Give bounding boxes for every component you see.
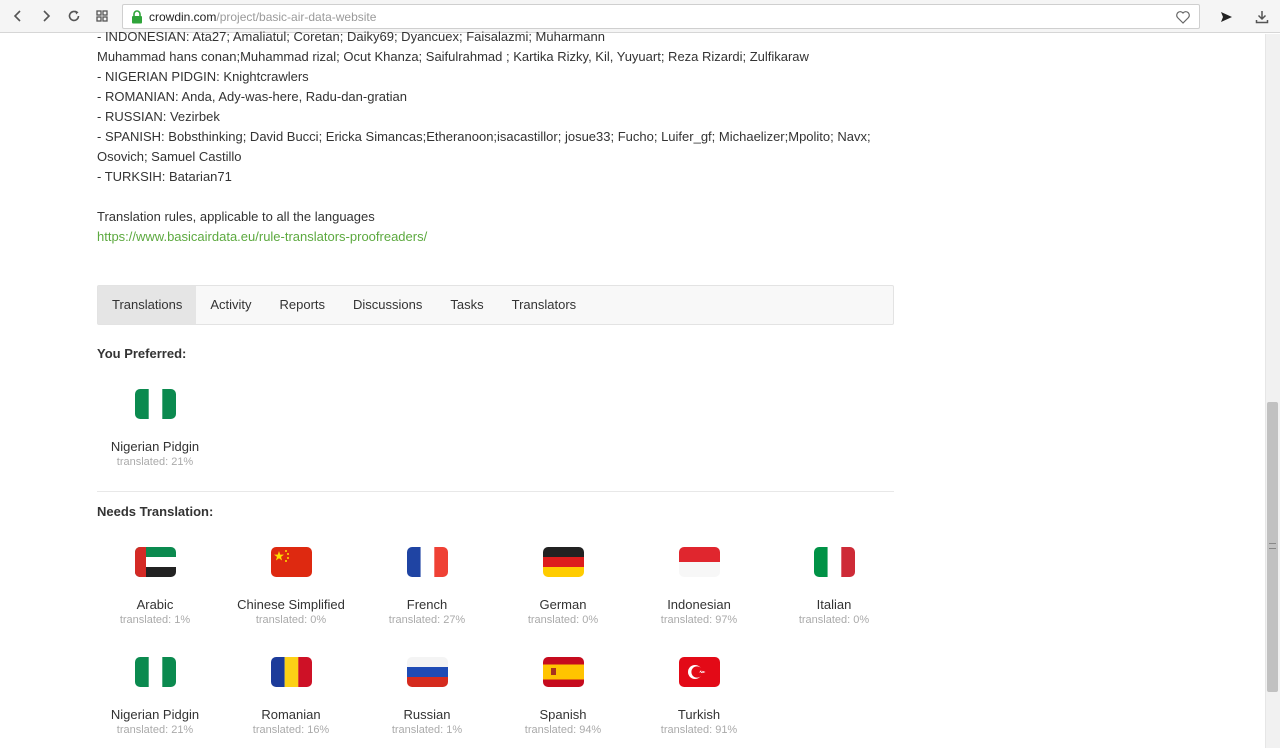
language-progress: translated: 21% [116, 456, 194, 468]
language-card[interactable]: Spanish translated: 94% [495, 657, 631, 738]
russia-flag-icon [406, 657, 448, 687]
romania-flag-icon [270, 657, 312, 687]
description-line: - SPANISH: Bobsthinking; David Bucci; Er… [97, 129, 871, 144]
spain-flag-icon [542, 657, 584, 687]
language-card[interactable]: French translated: 27% [359, 547, 495, 628]
language-name: Chinese Simplified [237, 597, 345, 612]
language-name: Italian [816, 597, 852, 612]
language-progress: translated: 94% [524, 724, 602, 736]
description-line: Osovich; Samuel Castillo [97, 149, 242, 164]
forward-icon[interactable] [32, 2, 60, 30]
language-card[interactable]: Italian translated: 0% [766, 547, 902, 628]
language-card[interactable]: Russian translated: 1% [359, 657, 495, 738]
turkey-flag-icon [678, 657, 720, 687]
description-line: - INDONESIAN: Ata27; Amaliatul; Coretan;… [97, 29, 605, 44]
url-path: /project/basic-air-data-website [216, 9, 377, 24]
language-card[interactable]: Romanian translated: 16% [223, 657, 359, 738]
indonesia-flag-icon [678, 547, 720, 577]
description-line: - TURKSIH: Batarian71 [97, 169, 232, 184]
flow-icon[interactable] [1208, 3, 1244, 31]
language-progress: translated: 91% [660, 724, 738, 736]
address-bar[interactable]: crowdin.com/project/basic-air-data-websi… [122, 4, 1200, 29]
description-line: - NIGERIAN PIDGIN: Knightcrawlers [97, 69, 309, 84]
rules-label: Translation rules, applicable to all the… [97, 209, 375, 224]
language-card[interactable]: Nigerian Pidgin translated: 21% [87, 389, 223, 470]
section-divider [97, 491, 894, 492]
germany-flag-icon [542, 547, 584, 577]
language-name: Nigerian Pidgin [110, 707, 200, 722]
description-line: - RUSSIAN: Vezirbek [97, 109, 220, 124]
scrollbar-grip [1269, 543, 1276, 549]
china-flag-icon [270, 547, 312, 577]
language-card[interactable]: Chinese Simplified translated: 0% [223, 547, 359, 628]
uae-flag-icon [134, 547, 176, 577]
language-name: Romanian [261, 707, 321, 722]
tab-discussions[interactable]: Discussions [339, 286, 436, 324]
needs-translation-title: Needs Translation: [97, 504, 214, 519]
france-flag-icon [406, 547, 448, 577]
language-progress: translated: 0% [255, 614, 327, 626]
lock-icon [132, 9, 142, 23]
download-icon[interactable] [1244, 3, 1280, 31]
language-progress: translated: 16% [252, 724, 330, 736]
url-host: crowdin.com [149, 9, 217, 24]
project-tabs: Translations Activity Reports Discussion… [97, 285, 894, 325]
language-progress: translated: 27% [388, 614, 466, 626]
language-name: Russian [403, 707, 451, 722]
rules-link[interactable]: https://www.basicairdata.eu/rule-transla… [97, 229, 427, 244]
language-name: Arabic [136, 597, 174, 612]
language-card[interactable]: Arabic translated: 1% [87, 547, 223, 628]
language-progress: translated: 1% [119, 614, 191, 626]
speed-dial-icon[interactable] [88, 2, 116, 30]
language-card[interactable]: Indonesian translated: 97% [631, 547, 767, 628]
tab-translators[interactable]: Translators [498, 286, 591, 324]
language-name: Turkish [677, 707, 721, 722]
nigeria-flag-icon [134, 389, 176, 419]
language-progress: translated: 21% [116, 724, 194, 736]
tab-activity[interactable]: Activity [196, 286, 265, 324]
description-line: - ROMANIAN: Anda, Ady-was-here, Radu-dan… [97, 89, 407, 104]
description-line: Muhammad hans conan;Muhammad rizal; Ocut… [97, 49, 809, 64]
preferred-title: You Preferred: [97, 346, 187, 361]
language-card[interactable]: Turkish translated: 91% [631, 657, 767, 738]
language-progress: translated: 0% [527, 614, 599, 626]
language-card[interactable]: German translated: 0% [495, 547, 631, 628]
project-description: - INDONESIAN: Ata27; Amaliatul; Coretan;… [97, 29, 897, 247]
nigeria-flag-icon [134, 657, 176, 687]
language-name: French [406, 597, 448, 612]
language-progress: translated: 0% [798, 614, 870, 626]
language-name: Spanish [539, 707, 587, 722]
tab-reports[interactable]: Reports [266, 286, 340, 324]
language-name: Indonesian [667, 597, 731, 612]
language-name: German [539, 597, 587, 612]
language-name: Nigerian Pidgin [110, 439, 200, 454]
tab-translations[interactable]: Translations [98, 286, 197, 324]
tab-tasks[interactable]: Tasks [436, 286, 497, 324]
language-progress: translated: 97% [660, 614, 738, 626]
language-card[interactable]: Nigerian Pidgin translated: 21% [87, 657, 223, 738]
language-progress: translated: 1% [391, 724, 463, 736]
italy-flag-icon [813, 547, 855, 577]
bookmark-heart-icon[interactable] [1175, 9, 1191, 25]
reload-icon[interactable] [60, 2, 88, 30]
back-icon[interactable] [4, 2, 32, 30]
